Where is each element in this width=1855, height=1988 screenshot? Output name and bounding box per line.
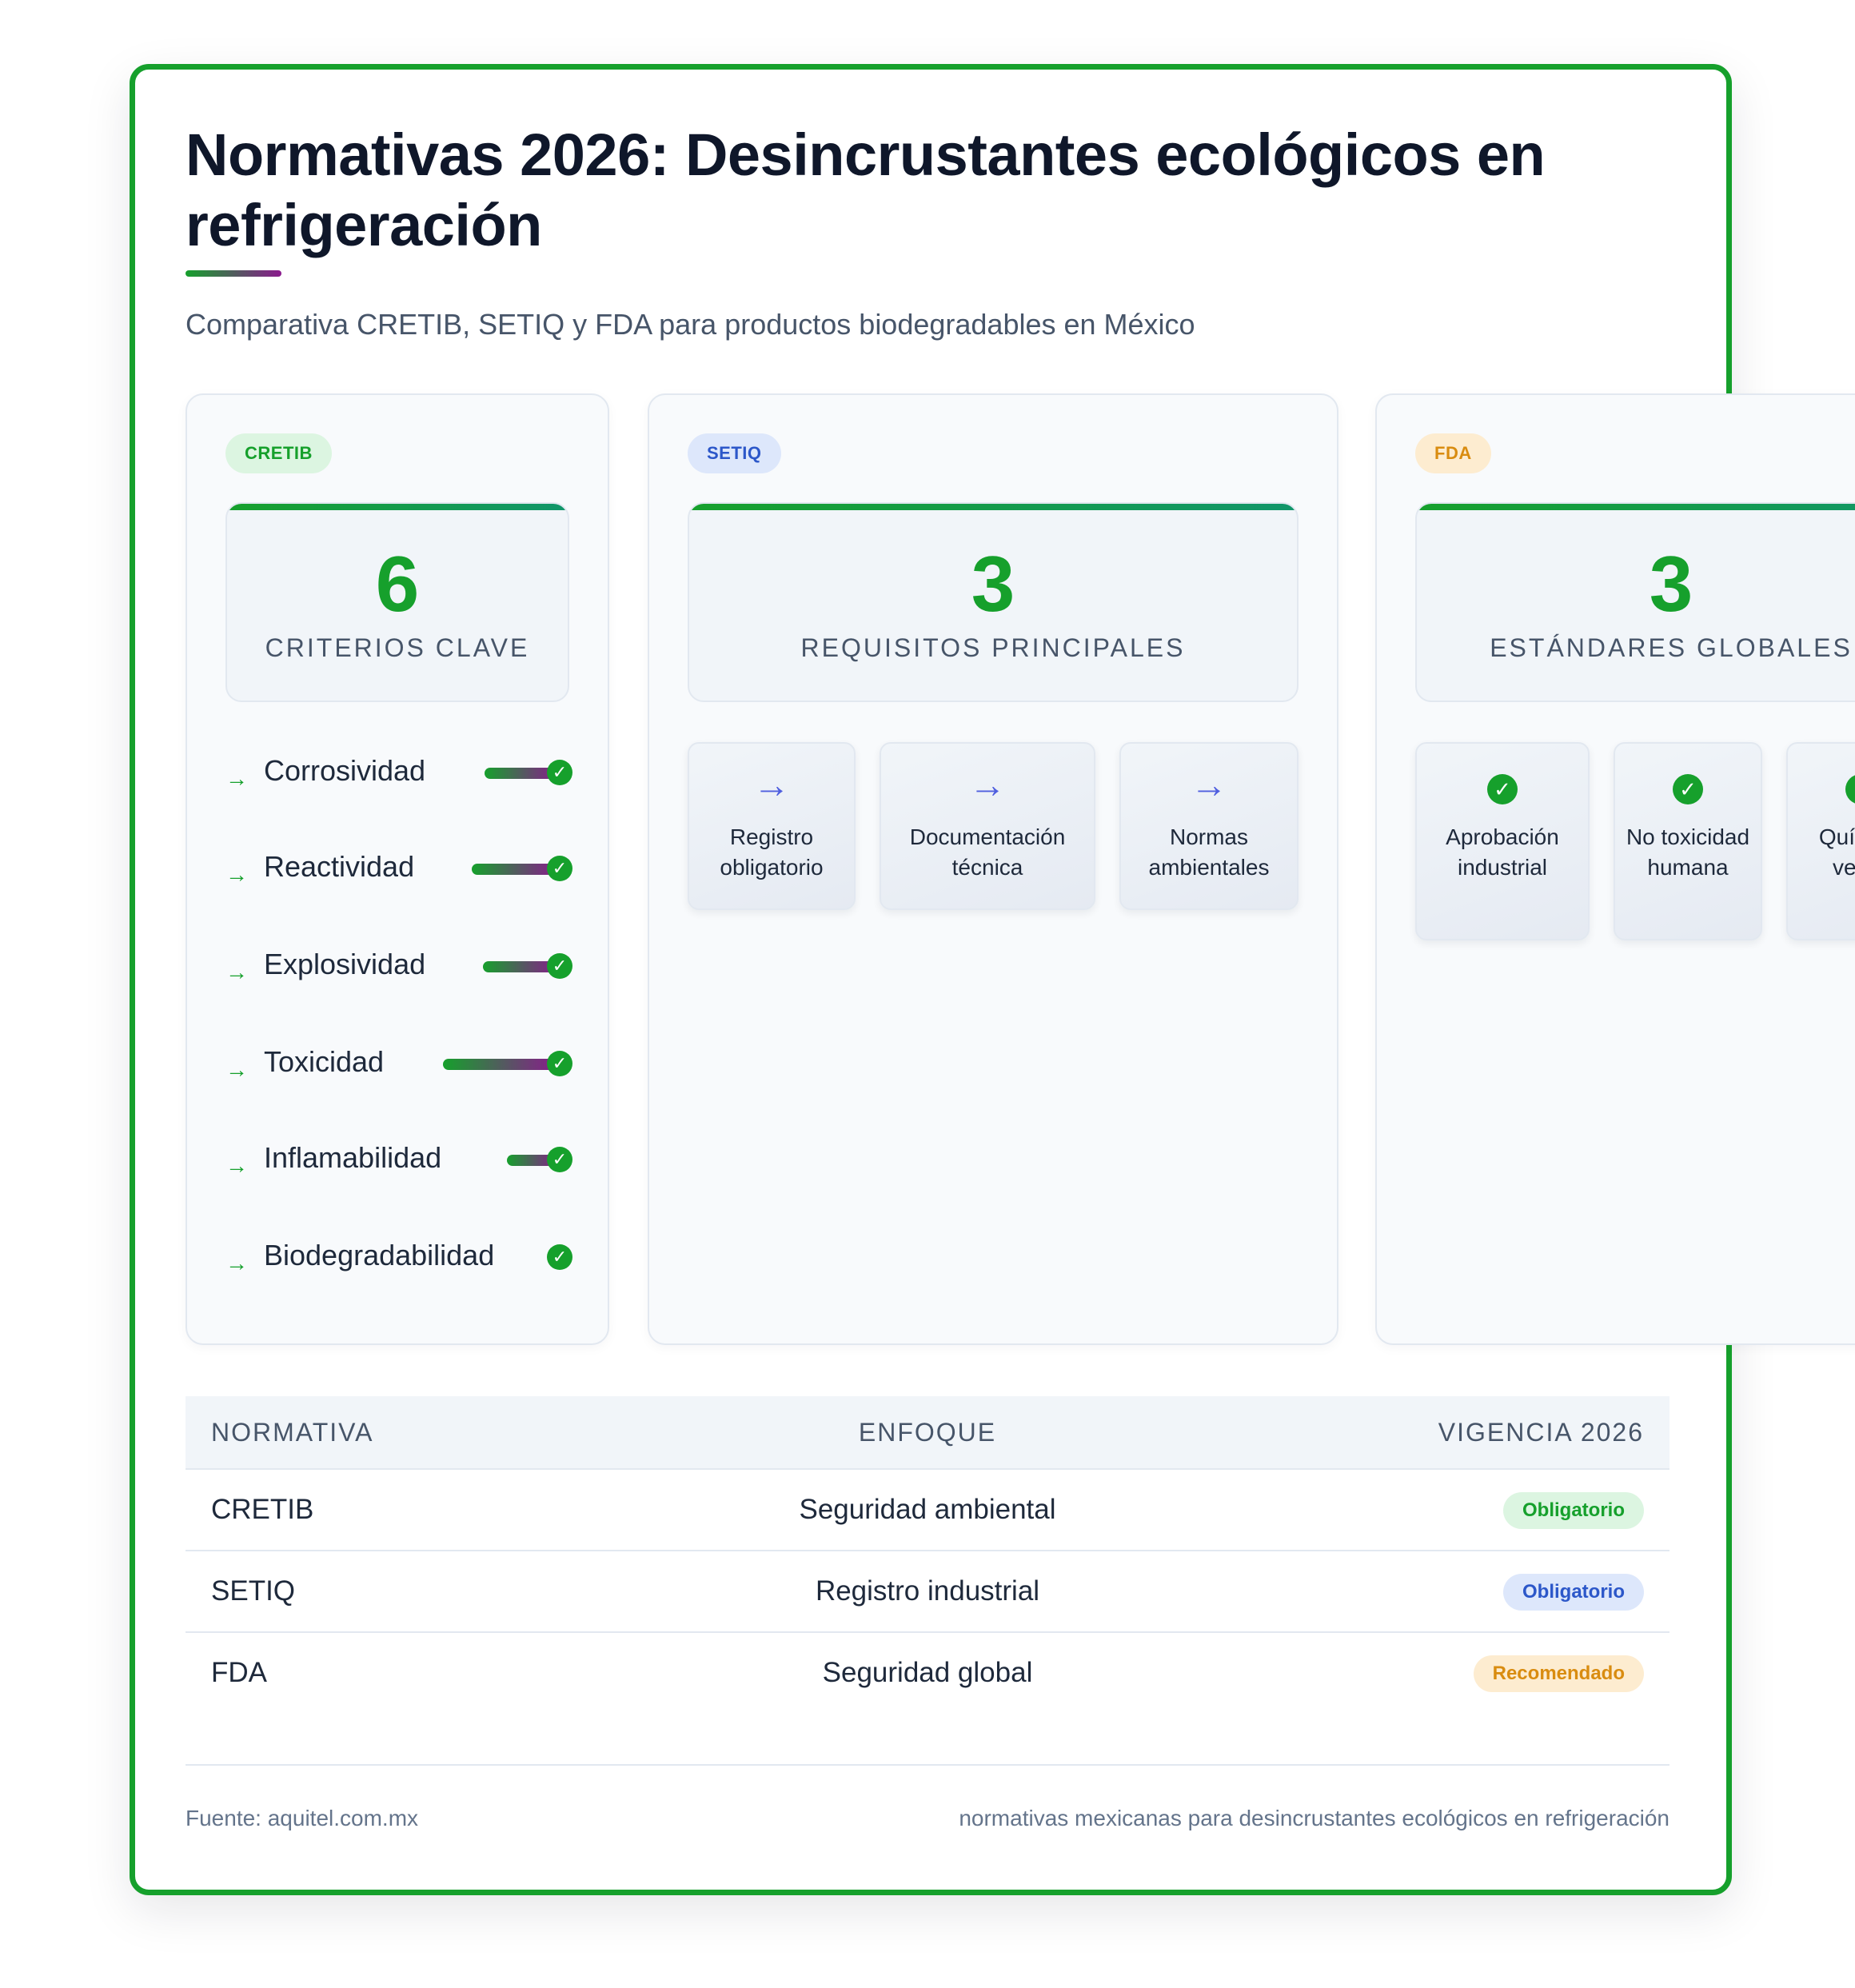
standard-card: ✓ Química verde	[1786, 742, 1855, 940]
check-circle-icon: ✓	[547, 760, 572, 785]
setiq-stat-value: 3	[971, 540, 1015, 628]
setiq-card: SETIQ 3 REQUISITOS PRINCIPALES → Registr…	[648, 393, 1338, 1345]
cell-normativa: SETIQ	[211, 1575, 296, 1607]
setiq-stat-box: 3 REQUISITOS PRINCIPALES	[688, 502, 1298, 702]
table-header: NORMATIVA ENFOQUE VIGENCIA 2026	[186, 1396, 1670, 1470]
fda-card: FDA 3 ESTÁNDARES GLOBALES ✓ Aprobación i…	[1375, 393, 1855, 1345]
check-circle-icon: ✓	[547, 856, 572, 881]
standard-card: ✓ Aprobación industrial	[1415, 742, 1590, 940]
check-circle-icon: ✓	[547, 953, 572, 979]
cell-normativa: FDA	[211, 1657, 267, 1688]
criterion-name: Toxicidad	[264, 1045, 385, 1078]
fda-tag: FDA	[1415, 433, 1491, 473]
requirement-label: Normas ambientales	[1148, 824, 1270, 880]
check-circle-icon: ✓	[1673, 774, 1703, 804]
arrow-right-icon: →	[969, 764, 1006, 805]
cell-enfoque: Seguridad ambiental	[799, 1494, 1056, 1525]
table-row: FDA Seguridad global Recomendado	[186, 1633, 1670, 1713]
column-header: VIGENCIA 2026	[1438, 1418, 1644, 1447]
column-header: ENFOQUE	[858, 1418, 997, 1447]
table-row: CRETIB Seguridad ambiental Obligatorio	[186, 1470, 1670, 1551]
arrow-right-icon: →	[1191, 764, 1227, 805]
status-badge: Obligatorio	[1503, 1574, 1644, 1611]
criterion-name: Explosividad	[264, 948, 426, 980]
column-header: NORMATIVA	[211, 1418, 374, 1447]
standard-card: ✓ No toxicidad humana	[1614, 742, 1762, 940]
standard-label: Química verde	[1818, 824, 1855, 880]
criterion-item: → Reactividad ✓	[225, 841, 572, 897]
requirement-card: → Registro obligatorio	[688, 742, 856, 910]
requirement-card: → Documentación técnica	[880, 742, 1095, 910]
cretib-stat-value: 6	[375, 540, 420, 628]
check-circle-icon: ✓	[1487, 774, 1518, 804]
cell-enfoque: Registro industrial	[815, 1575, 1040, 1607]
fda-stat-label: ESTÁNDARES GLOBALES	[1490, 633, 1853, 662]
criterion-item: → Explosividad ✓	[225, 939, 572, 995]
check-circle-icon: ✓	[547, 1051, 572, 1076]
criterion-name: Inflamabilidad	[264, 1141, 442, 1174]
cretib-tag: CRETIB	[225, 433, 332, 473]
arrow-right-icon: →	[225, 1153, 248, 1178]
footer-keywords: normativas mexicanas para desincrustante…	[959, 1806, 1670, 1830]
criterion-bar	[443, 1059, 558, 1070]
arrow-right-icon: →	[225, 960, 248, 984]
standard-label: No toxicidad humana	[1626, 824, 1750, 880]
status-badge: Obligatorio	[1503, 1492, 1644, 1529]
criterion-name: Reactividad	[264, 850, 415, 883]
cell-enfoque: Seguridad global	[822, 1657, 1033, 1688]
cretib-card: CRETIB 6 CRITERIOS CLAVE → Corrosividad …	[186, 393, 609, 1345]
footer-divider	[186, 1764, 1670, 1766]
setiq-tag: SETIQ	[688, 433, 781, 473]
arrow-right-icon: →	[225, 766, 248, 791]
cretib-stat-label: CRITERIOS CLAVE	[265, 633, 530, 662]
criterion-item: → Toxicidad ✓	[225, 1036, 572, 1092]
setiq-stat-label: REQUISITOS PRINCIPALES	[800, 633, 1186, 662]
arrow-right-icon: →	[225, 862, 248, 887]
check-circle-icon: ✓	[547, 1244, 572, 1270]
criterion-item: → Corrosividad ✓	[225, 745, 572, 801]
page-title: Normativas 2026: Desincrustantes ecológi…	[186, 122, 1546, 258]
requirement-card: → Normas ambientales	[1119, 742, 1298, 910]
standard-label: Aprobación industrial	[1446, 824, 1559, 880]
arrow-right-icon: →	[225, 1251, 248, 1275]
page-subtitle: Comparativa CRETIB, SETIQ y FDA para pro…	[186, 308, 1195, 341]
arrow-right-icon: →	[753, 764, 790, 805]
criterion-bar	[472, 864, 558, 875]
criterion-item: → Biodegradabilidad ✓	[225, 1230, 572, 1286]
criterion-name: Biodegradabilidad	[264, 1239, 495, 1271]
cretib-stat-box: 6 CRITERIOS CLAVE	[225, 502, 569, 702]
title-underline	[186, 270, 281, 277]
arrow-right-icon: →	[225, 1057, 248, 1082]
check-circle-icon: ✓	[1845, 774, 1855, 804]
status-badge: Recomendado	[1473, 1655, 1644, 1692]
table-row: SETIQ Registro industrial Obligatorio	[186, 1551, 1670, 1633]
footer-source: Fuente: aquitel.com.mx	[186, 1806, 419, 1830]
cell-normativa: CRETIB	[211, 1494, 314, 1525]
fda-stat-value: 3	[1649, 540, 1693, 628]
check-circle-icon: ✓	[547, 1147, 572, 1172]
requirement-label: Documentación técnica	[909, 824, 1066, 880]
requirement-label: Registro obligatorio	[720, 824, 824, 880]
criterion-item: → Inflamabilidad ✓	[225, 1132, 572, 1188]
fda-stat-box: 3 ESTÁNDARES GLOBALES	[1415, 502, 1855, 702]
criterion-name: Corrosividad	[264, 754, 426, 787]
